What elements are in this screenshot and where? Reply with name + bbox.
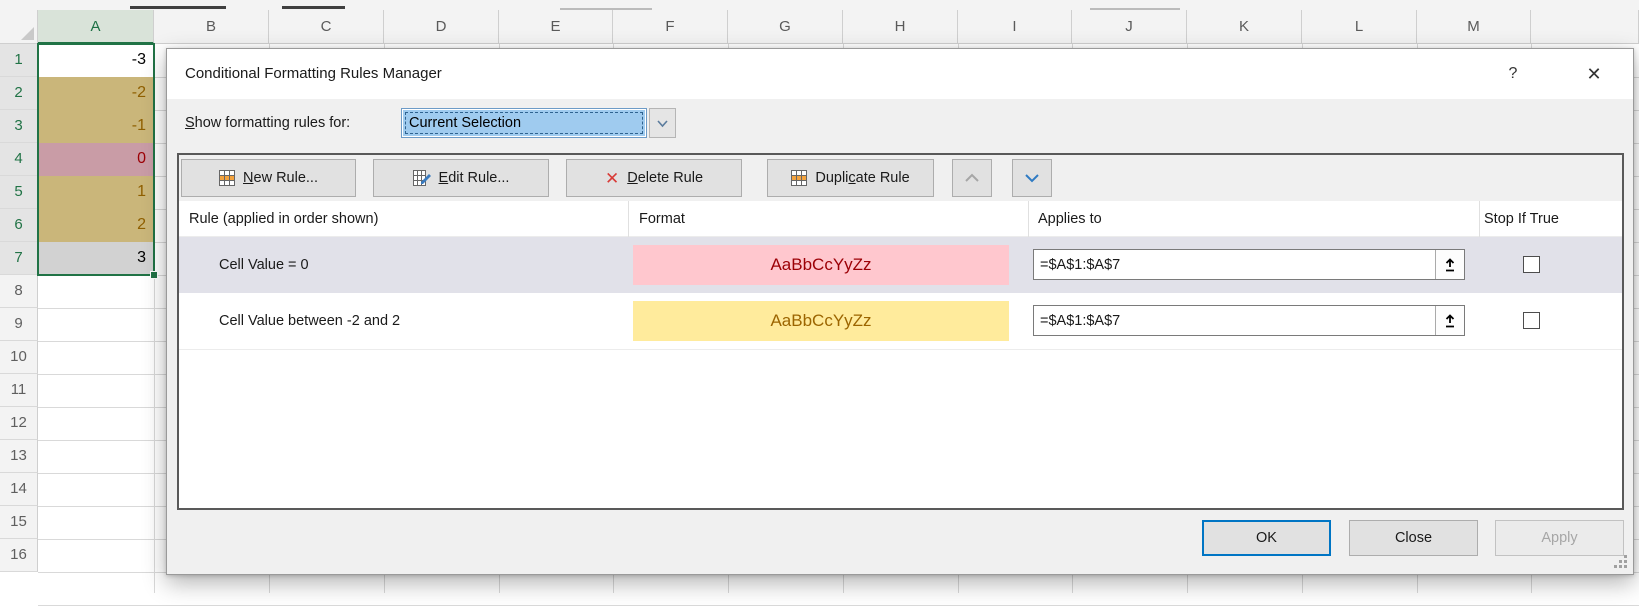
row-separator bbox=[179, 349, 1622, 350]
conditional-formatting-rules-manager-dialog: Conditional Formatting Rules Manager ? ✕… bbox=[166, 48, 1634, 575]
close-icon[interactable]: ✕ bbox=[1578, 59, 1610, 89]
close-button[interactable]: Close bbox=[1349, 520, 1478, 556]
show-rules-dropdown[interactable]: Current Selection bbox=[401, 108, 647, 138]
column-divider bbox=[628, 201, 629, 237]
chevron-down-icon bbox=[1023, 171, 1041, 185]
fill-handle[interactable] bbox=[150, 271, 158, 279]
column-header-H[interactable]: H bbox=[843, 10, 958, 44]
row-header-12[interactable]: 12 bbox=[0, 407, 38, 440]
show-rules-selected-value: Current Selection bbox=[403, 110, 645, 136]
column-header-F[interactable]: F bbox=[613, 10, 728, 44]
column-divider bbox=[1028, 201, 1029, 237]
ok-button[interactable]: OK bbox=[1202, 520, 1331, 556]
row-header-3[interactable]: 3 bbox=[0, 110, 38, 143]
delete-rule-button[interactable]: ✕ Delete Rule bbox=[566, 159, 742, 197]
range-picker-button[interactable] bbox=[1435, 250, 1464, 279]
row-header-10[interactable]: 10 bbox=[0, 341, 38, 374]
range-picker-button[interactable] bbox=[1435, 306, 1464, 335]
rule-description: Cell Value = 0 bbox=[219, 237, 309, 293]
dialog-titlebar: Conditional Formatting Rules Manager ? ✕ bbox=[167, 49, 1633, 99]
header-applies-to: Applies to bbox=[1038, 201, 1102, 237]
row-header-7[interactable]: 7 bbox=[0, 242, 38, 275]
row-header-2[interactable]: 2 bbox=[0, 77, 38, 110]
rules-toolbar: New Rule... Edit Rule... ✕ Delete Rule D… bbox=[179, 155, 1622, 201]
edit-rule-button[interactable]: Edit Rule... bbox=[373, 159, 549, 197]
rules-list-container: New Rule... Edit Rule... ✕ Delete Rule D… bbox=[177, 153, 1624, 510]
format-preview: AaBbCcYyZz bbox=[633, 301, 1009, 341]
column-header-B[interactable]: B bbox=[154, 10, 269, 44]
applies-to-input[interactable] bbox=[1034, 306, 1435, 335]
column-header-L[interactable]: L bbox=[1302, 10, 1417, 44]
header-stop-if-true: Stop If True bbox=[1484, 201, 1559, 237]
selection-border bbox=[37, 43, 155, 276]
stop-if-true-checkbox[interactable] bbox=[1523, 312, 1540, 329]
row-header-4[interactable]: 4 bbox=[0, 143, 38, 176]
column-divider bbox=[1479, 201, 1480, 237]
row-header-9[interactable]: 9 bbox=[0, 308, 38, 341]
select-all-triangle-icon bbox=[21, 27, 34, 40]
row-header-8[interactable]: 8 bbox=[0, 275, 38, 308]
column-header-D[interactable]: D bbox=[384, 10, 499, 44]
rules-list-header: Rule (applied in order shown) Format App… bbox=[179, 201, 1622, 237]
applies-to-input[interactable] bbox=[1034, 250, 1435, 279]
duplicate-rule-button[interactable]: Duplicate Rule bbox=[767, 159, 934, 197]
row-header-16[interactable]: 16 bbox=[0, 539, 38, 572]
collapse-dialog-arrow-icon bbox=[1443, 313, 1457, 329]
resize-grip[interactable] bbox=[1624, 565, 1627, 568]
column-header-M[interactable]: M bbox=[1417, 10, 1531, 44]
table-pencil-icon bbox=[413, 170, 431, 186]
column-header-G[interactable]: G bbox=[728, 10, 843, 44]
row-header-1[interactable]: 1 bbox=[0, 44, 38, 77]
chevron-down-icon bbox=[655, 116, 670, 130]
show-rules-dropdown-button[interactable] bbox=[649, 108, 676, 138]
row-header-11[interactable]: 11 bbox=[0, 374, 38, 407]
row-header-5[interactable]: 5 bbox=[0, 176, 38, 209]
column-header-K[interactable]: K bbox=[1187, 10, 1302, 44]
row-header-15[interactable]: 15 bbox=[0, 506, 38, 539]
column-header-E[interactable]: E bbox=[499, 10, 613, 44]
dialog-title: Conditional Formatting Rules Manager bbox=[185, 49, 442, 99]
app-chrome-strip bbox=[0, 0, 1639, 10]
select-all-corner[interactable] bbox=[0, 10, 38, 44]
header-rule: Rule (applied in order shown) bbox=[189, 201, 378, 237]
column-header-partial[interactable] bbox=[1531, 10, 1639, 44]
rule-description: Cell Value between -2 and 2 bbox=[219, 293, 400, 349]
table-grid-icon bbox=[219, 170, 235, 186]
move-rule-down-button[interactable] bbox=[1012, 159, 1052, 197]
move-rule-up-button[interactable] bbox=[952, 159, 992, 197]
header-format: Format bbox=[639, 201, 685, 237]
help-icon[interactable]: ? bbox=[1497, 59, 1529, 89]
column-header-A[interactable]: A bbox=[38, 10, 154, 44]
collapse-dialog-arrow-icon bbox=[1443, 257, 1457, 273]
new-rule-button[interactable]: New Rule... bbox=[181, 159, 356, 197]
row-header-14[interactable]: 14 bbox=[0, 473, 38, 506]
apply-button[interactable]: Apply bbox=[1495, 520, 1624, 556]
applies-to-field-wrap bbox=[1033, 249, 1465, 280]
column-header-J[interactable]: J bbox=[1072, 10, 1187, 44]
rule-row-cell-value-0[interactable]: Cell Value = 0 AaBbCcYyZz bbox=[179, 237, 1622, 293]
row-header-13[interactable]: 13 bbox=[0, 440, 38, 473]
applies-to-field-wrap bbox=[1033, 305, 1465, 336]
red-x-icon: ✕ bbox=[605, 170, 619, 187]
column-header-I[interactable]: I bbox=[958, 10, 1072, 44]
row-header-6[interactable]: 6 bbox=[0, 209, 38, 242]
show-rules-label: Show formatting rules for: bbox=[185, 115, 350, 131]
rule-row-cell-value-between[interactable]: Cell Value between -2 and 2 AaBbCcYyZz bbox=[179, 293, 1622, 349]
stop-if-true-checkbox[interactable] bbox=[1523, 256, 1540, 273]
chevron-up-icon bbox=[963, 171, 981, 185]
column-header-C[interactable]: C bbox=[269, 10, 384, 44]
table-grid-icon bbox=[791, 170, 807, 186]
format-preview: AaBbCcYyZz bbox=[633, 245, 1009, 285]
